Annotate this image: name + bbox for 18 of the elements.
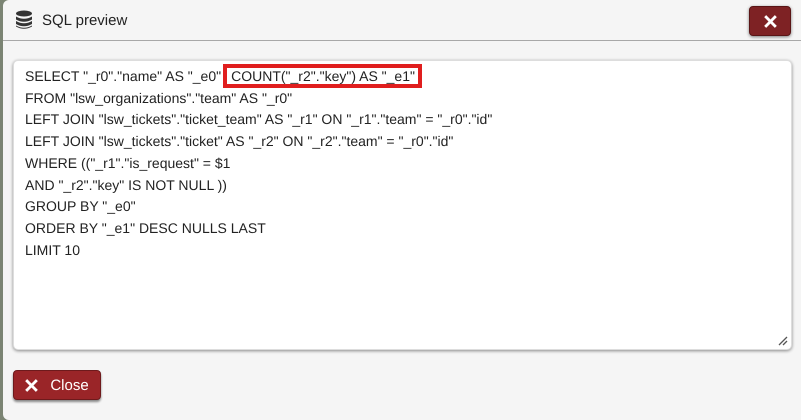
dialog-title: SQL preview: [42, 12, 128, 29]
close-icon: [764, 14, 776, 28]
sql-text: LEFT JOIN "lsw_tickets"."ticket_team" AS "_r1" ON "_r1"."team" = "_r0"."id": [25, 111, 492, 128]
sql-text: AND "_r2"."key" IS NOT NULL )): [25, 176, 227, 193]
sql-text: WHERE (("_r1"."is_request" = $1: [25, 154, 230, 171]
close-button[interactable]: [749, 6, 791, 36]
close-button[interactable]: Close: [13, 370, 101, 400]
sql-text: ORDER BY "_e1" DESC NULLS LAST: [25, 220, 266, 236]
close-icon: [25, 378, 38, 392]
sql-text-area[interactable]: [13, 60, 792, 350]
sql-text: LEFT JOIN "lsw_tickets"."ticket" AS "_r2" ON "_r2"."team" = "_r0"."id": [25, 133, 454, 150]
sql-text: SELECT "_r0"."name" AS "_e0": [25, 68, 222, 84]
database-icon: [15, 10, 33, 30]
resize-grip-icon: [778, 336, 788, 346]
sql-text: LIMIT 10: [25, 242, 80, 258]
sql-text: GROUP BY "_e0": [25, 198, 136, 214]
sql-text: FROM "lsw_organizations"."team" AS "_r0": [25, 90, 292, 106]
highlighted-sql-text: COUNT("_r2"."key") AS "_e1": [223, 64, 422, 88]
